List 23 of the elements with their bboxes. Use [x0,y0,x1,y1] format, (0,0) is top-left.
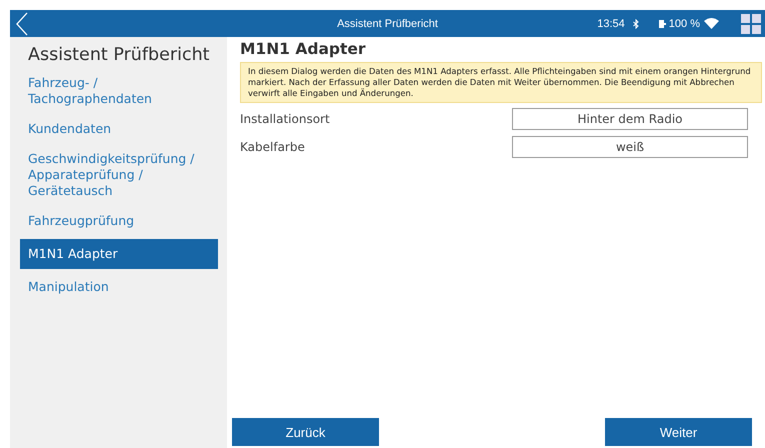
info-message: In diesem Dialog werden die Daten des M1N1 Adapters erfasst. Alle Pflichteingaben sind mit einem orangen Hintergrund markiert. Nach der Erfassung aller Daten werden die Daten mit Weiter übernommen. Die Beendigung mit Abbrechen verwirft alle Eingaben und Änderungen. [240,62,762,103]
grid-icon[interactable] [741,14,761,34]
back-button[interactable]: Zurück [232,418,379,446]
sidebar-item[interactable]: Kundendaten [20,117,218,141]
sidebar-item[interactable]: Geschwindigkeitsprüfung / Apparateprüfung / Gerätetausch [20,147,218,203]
battery-level: 100 % [668,18,700,30]
sidebar-item[interactable]: Fahrzeug- / Tachographendaten [20,71,218,111]
window-title: Assistent Prüfbericht [337,18,438,30]
page-title: M1N1 Adapter [240,40,367,58]
wifi-icon [704,18,719,29]
clock: 13:54 [597,18,625,30]
input-field[interactable]: Hinter dem Radio [512,108,748,130]
back-icon[interactable] [15,12,29,36]
battery-icon [658,18,667,28]
sidebar-title: Assistent Prüfbericht [28,45,211,65]
sidebar-item[interactable]: Manipulation [20,275,218,299]
bluetooth-icon [632,18,639,28]
sidebar-item[interactable]: Fahrzeugprüfung [20,209,218,233]
field-label: Installationsort [240,112,331,126]
next-button[interactable]: Weiter [605,418,752,446]
field-label: Kabelfarbe [240,140,306,154]
input-field[interactable]: weiß [512,136,748,158]
sidebar-item[interactable]: M1N1 Adapter [20,239,218,269]
